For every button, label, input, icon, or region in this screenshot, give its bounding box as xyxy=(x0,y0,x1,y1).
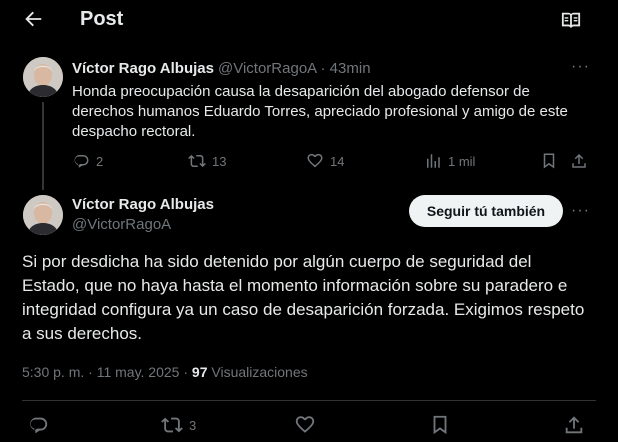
reply-button[interactable] xyxy=(27,414,55,436)
heart-icon xyxy=(307,153,323,168)
share-button[interactable] xyxy=(570,152,594,170)
post-text: Si por desdicha ha sido detenido por alg… xyxy=(22,252,585,343)
avatar-photo xyxy=(23,195,63,235)
post-text: Honda preocupación causa la desaparición… xyxy=(72,83,568,140)
post-time: · 43min xyxy=(320,60,371,77)
author-handle[interactable]: @VictorRagoA · 43min xyxy=(218,60,371,77)
repost-count: 3 xyxy=(189,417,197,433)
share-icon xyxy=(565,416,583,434)
more-options-icon[interactable]: ··· xyxy=(571,202,590,220)
like-count: 14 xyxy=(330,153,345,169)
follow-button[interactable]: Seguir tú también xyxy=(409,195,563,227)
reply-count: 2 xyxy=(96,153,104,169)
reply-icon xyxy=(74,155,89,168)
thread-line xyxy=(42,102,44,190)
like-button[interactable] xyxy=(294,414,322,436)
reply-button[interactable]: 2 xyxy=(72,152,103,170)
avatar[interactable] xyxy=(23,57,63,97)
avatar[interactable] xyxy=(23,195,63,235)
bookmark-button[interactable] xyxy=(429,414,457,436)
share-icon xyxy=(572,153,586,168)
like-button[interactable]: 14 xyxy=(306,152,344,170)
repost-icon xyxy=(161,417,183,433)
post-meta: 5:30 p. m. · 11 may. 2025 · 97 Visualiza… xyxy=(22,364,308,380)
avatar-photo xyxy=(23,57,63,97)
share-button[interactable] xyxy=(563,414,591,436)
bookmark-icon xyxy=(543,153,555,169)
repost-count: 13 xyxy=(212,153,227,169)
author-handle[interactable]: @VictorRagoA xyxy=(72,216,171,233)
heart-icon xyxy=(295,416,315,433)
bookmark-button[interactable] xyxy=(540,152,564,170)
repost-button[interactable]: 3 xyxy=(161,414,196,436)
back-arrow-icon[interactable] xyxy=(22,8,44,30)
top-bar: Post xyxy=(0,0,618,40)
bookmark-icon xyxy=(433,415,447,435)
more-options-icon[interactable]: ··· xyxy=(571,58,590,76)
author-name[interactable]: Víctor Rago Albujas xyxy=(72,60,214,77)
views-button[interactable]: 1 mil xyxy=(424,152,475,170)
repost-button[interactable]: 13 xyxy=(188,152,226,170)
divider xyxy=(22,400,596,401)
reply-icon xyxy=(30,417,48,434)
analytics-icon xyxy=(427,154,440,168)
author-name[interactable]: Víctor Rago Albujas xyxy=(72,196,214,213)
views-count: 1 mil xyxy=(448,153,476,169)
views-label: Visualizaciones xyxy=(211,364,308,380)
reader-mode-icon[interactable] xyxy=(560,10,582,30)
views-count: 97 xyxy=(191,364,208,380)
page-title: Post xyxy=(80,8,124,30)
repost-icon xyxy=(188,154,206,168)
post-timestamp[interactable]: 5:30 p. m. · 11 may. 2025 · xyxy=(22,364,188,380)
